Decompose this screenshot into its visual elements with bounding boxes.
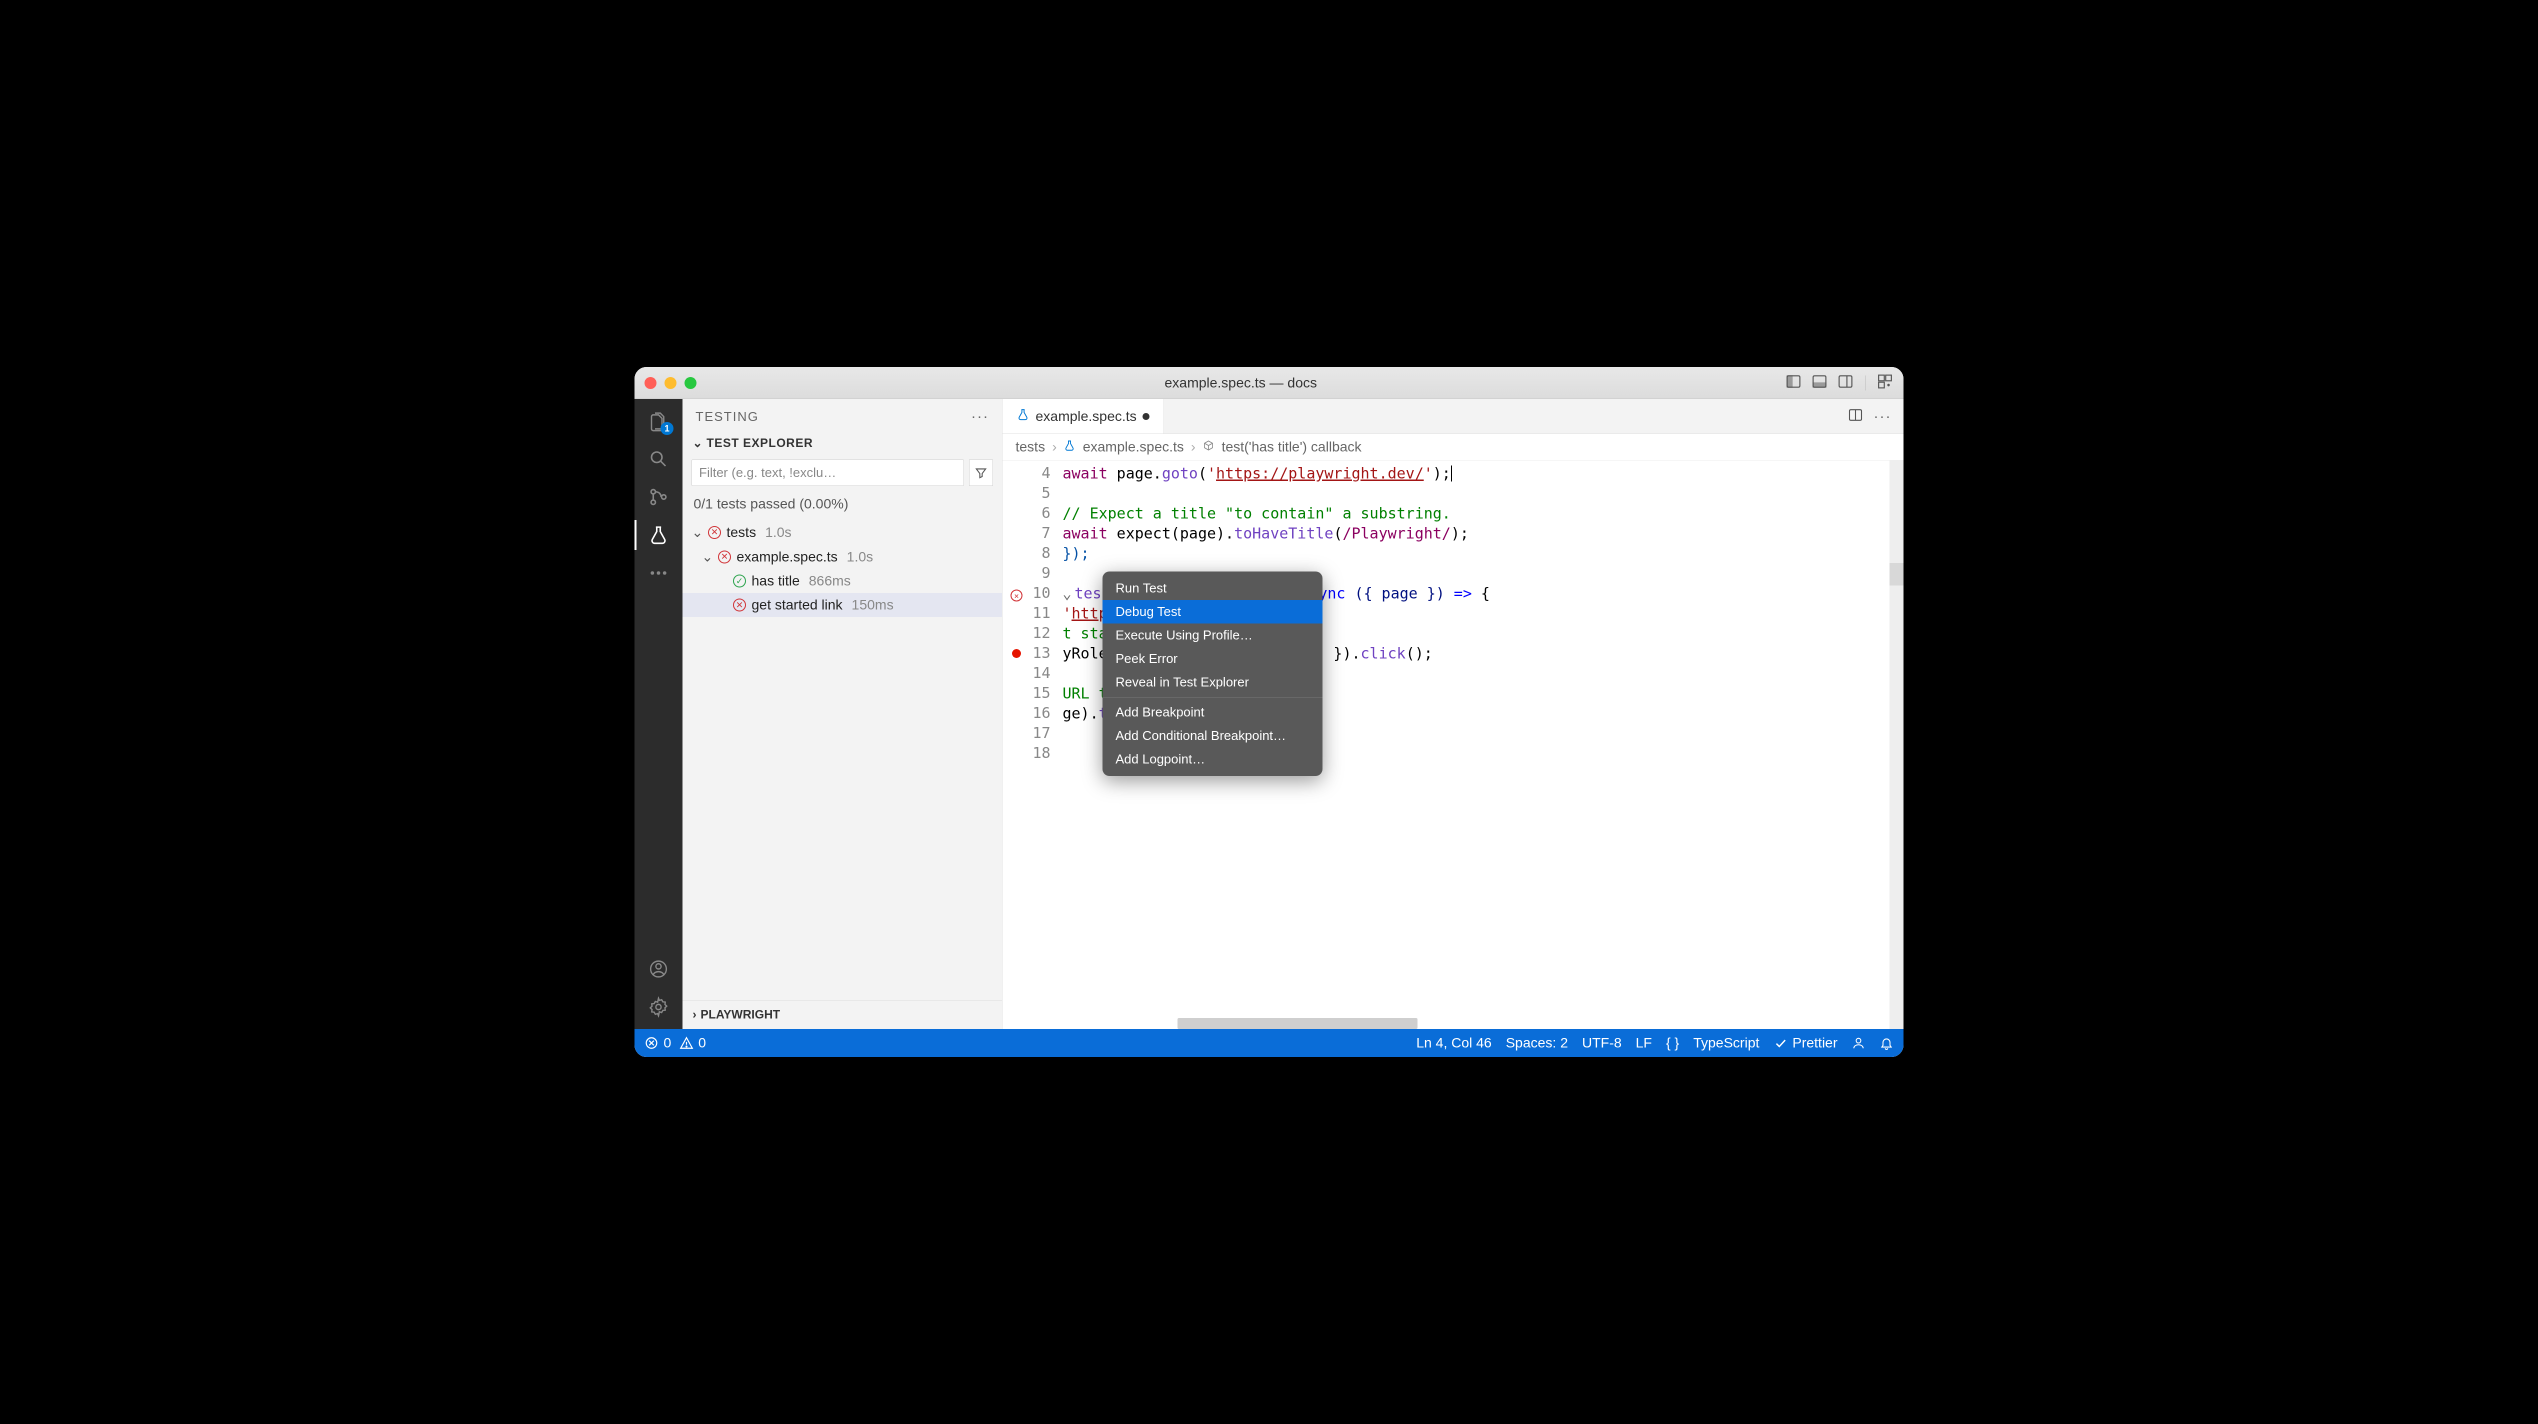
menu-add-conditional-breakpoint[interactable]: Add Conditional Breakpoint…	[1103, 724, 1323, 748]
editor-area: example.spec.ts ··· tests › example.spec…	[1003, 399, 1904, 1029]
tree-file[interactable]: ⌄ ✕ example.spec.ts 1.0s	[683, 545, 1003, 570]
status-line-col[interactable]: Ln 4, Col 46	[1416, 1035, 1492, 1051]
tree-duration: 866ms	[809, 573, 851, 589]
gutter: ✕ 4 5 6 7 8 9 10 11 12 13 14 1	[1003, 461, 1058, 1030]
chevron-down-icon: ⌄	[702, 549, 713, 566]
window-controls	[645, 377, 697, 389]
window-maximize-button[interactable]	[685, 377, 697, 389]
breadcrumbs[interactable]: tests › example.spec.ts › test('has titl…	[1003, 434, 1904, 461]
dirty-indicator-icon	[1143, 413, 1150, 420]
separator	[1865, 375, 1866, 390]
layout-sidebar-right-icon[interactable]	[1837, 373, 1854, 393]
section-label: TEST EXPLORER	[707, 436, 814, 450]
tree-label: get started link	[752, 597, 843, 613]
activity-search[interactable]	[647, 447, 671, 471]
tree-duration: 1.0s	[765, 524, 791, 540]
gutter-fail-icon[interactable]: ✕	[1011, 585, 1023, 603]
sidebar-title: TESTING	[696, 409, 759, 425]
split-editor-icon[interactable]	[1848, 407, 1864, 426]
status-feedback-icon[interactable]	[1852, 1036, 1866, 1050]
context-menu: Run Test Debug Test Execute Using Profil…	[1103, 572, 1323, 777]
status-fail-icon: ✕	[718, 550, 732, 564]
test-tree: ⌄ ✕ tests 1.0s ⌄ ✕ example.spec.ts 1.0s …	[683, 517, 1003, 620]
window-minimize-button[interactable]	[665, 377, 677, 389]
status-eol[interactable]: LF	[1636, 1035, 1652, 1051]
status-errors[interactable]: 0	[645, 1035, 672, 1051]
menu-debug-test[interactable]: Debug Test	[1103, 600, 1323, 624]
filter-icon[interactable]	[969, 460, 993, 487]
sidebar: TESTING ··· ⌄ TEST EXPLORER Filter (e.g.…	[683, 399, 1003, 1029]
tab-example-spec[interactable]: example.spec.ts	[1003, 399, 1165, 434]
section-label: PLAYWRIGHT	[701, 1008, 781, 1022]
playwright-section-header[interactable]: › PLAYWRIGHT	[683, 1001, 1003, 1030]
customize-layout-icon[interactable]	[1877, 373, 1894, 393]
test-filter-input[interactable]: Filter (e.g. text, !exclu…	[692, 460, 965, 487]
activity-settings[interactable]	[647, 995, 671, 1019]
chevron-down-icon: ⌄	[693, 436, 703, 451]
breakpoint-icon[interactable]	[1012, 649, 1021, 658]
menu-run-test[interactable]: Run Test	[1103, 577, 1323, 601]
minimap[interactable]	[1890, 461, 1904, 1030]
menu-add-breakpoint[interactable]: Add Breakpoint	[1103, 701, 1323, 725]
editor-tabs: example.spec.ts ···	[1003, 399, 1904, 434]
status-language[interactable]: TypeScript	[1693, 1035, 1759, 1051]
menu-reveal-explorer[interactable]: Reveal in Test Explorer	[1103, 671, 1323, 695]
status-fail-icon: ✕	[708, 525, 722, 539]
sidebar-more-icon[interactable]: ···	[971, 408, 989, 425]
breadcrumb-item[interactable]: example.spec.ts	[1083, 439, 1184, 455]
activity-bar: 1	[635, 399, 683, 1029]
explorer-badge: 1	[661, 422, 674, 435]
activity-explorer[interactable]: 1	[647, 409, 671, 433]
code-content[interactable]: await page.goto('https://playwright.dev/…	[1058, 461, 1904, 1030]
status-spaces[interactable]: Spaces: 2	[1506, 1035, 1568, 1051]
status-pass-icon: ✓	[733, 574, 747, 588]
fold-chevron-icon[interactable]: ⌄	[1063, 585, 1075, 603]
symbol-icon	[1203, 439, 1215, 455]
tree-label: tests	[727, 524, 757, 540]
tree-test-has-title[interactable]: ✓ has title 866ms	[683, 569, 1003, 593]
tree-duration: 150ms	[852, 597, 894, 613]
editor-more-icon[interactable]: ···	[1874, 408, 1892, 425]
window-title: example.spec.ts — docs	[697, 375, 1786, 391]
status-warnings[interactable]: 0	[679, 1035, 706, 1051]
layout-sidebar-left-icon[interactable]	[1785, 373, 1802, 393]
tree-test-get-started-link[interactable]: ✕ get started link 150ms	[683, 593, 1003, 617]
chevron-right-icon: ›	[693, 1008, 697, 1022]
tree-duration: 1.0s	[847, 549, 873, 565]
activity-more[interactable]	[647, 561, 671, 585]
chevron-down-icon: ⌄	[692, 524, 703, 541]
chevron-right-icon: ›	[1191, 439, 1196, 455]
tree-root[interactable]: ⌄ ✕ tests 1.0s	[683, 520, 1003, 545]
status-prettier[interactable]: Prettier	[1773, 1035, 1837, 1051]
activity-source-control[interactable]	[647, 485, 671, 509]
flask-icon	[1064, 439, 1076, 455]
window-close-button[interactable]	[645, 377, 657, 389]
menu-execute-profile[interactable]: Execute Using Profile…	[1103, 624, 1323, 648]
menu-separator	[1103, 697, 1323, 698]
status-encoding[interactable]: UTF-8	[1582, 1035, 1622, 1051]
breadcrumb-item[interactable]: test('has title') callback	[1222, 439, 1362, 455]
horizontal-scrollbar[interactable]	[1178, 1018, 1418, 1029]
status-braces-icon[interactable]: { }	[1666, 1035, 1679, 1051]
status-fail-icon: ✕	[733, 598, 747, 612]
status-bar: 0 0 Ln 4, Col 46 Spaces: 2 UTF-8 LF { } …	[635, 1029, 1904, 1057]
layout-panel-bottom-icon[interactable]	[1811, 373, 1828, 393]
text-cursor	[1451, 466, 1452, 482]
chevron-right-icon: ›	[1052, 439, 1057, 455]
test-pass-summary: 0/1 tests passed (0.00%)	[683, 491, 1003, 517]
status-bell-icon[interactable]	[1880, 1036, 1894, 1050]
tree-label: example.spec.ts	[737, 549, 838, 565]
activity-accounts[interactable]	[647, 957, 671, 981]
breadcrumb-item[interactable]: tests	[1016, 439, 1046, 455]
tab-label: example.spec.ts	[1036, 408, 1137, 424]
code-editor[interactable]: ✕ 4 5 6 7 8 9 10 11 12 13 14 1	[1003, 461, 1904, 1030]
titlebar: example.spec.ts — docs	[635, 367, 1904, 399]
menu-add-logpoint[interactable]: Add Logpoint…	[1103, 748, 1323, 772]
test-explorer-header[interactable]: ⌄ TEST EXPLORER	[683, 432, 1003, 455]
tree-label: has title	[752, 573, 800, 589]
flask-icon	[1017, 408, 1030, 425]
menu-peek-error[interactable]: Peek Error	[1103, 647, 1323, 671]
activity-testing[interactable]	[647, 523, 671, 547]
vscode-window: example.spec.ts — docs 1	[635, 367, 1904, 1057]
